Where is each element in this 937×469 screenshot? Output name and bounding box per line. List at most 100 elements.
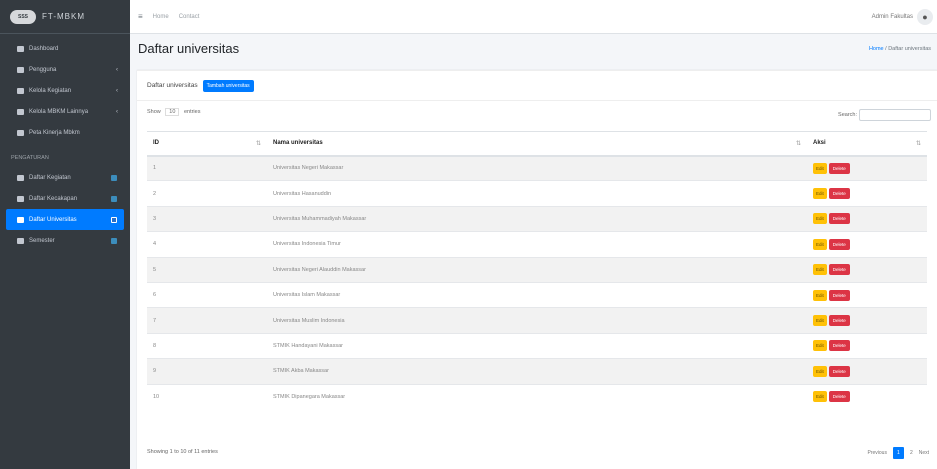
breadcrumb-current: Daftar universitas [888,46,931,52]
edit-button[interactable]: Edit [813,391,827,403]
pagination-previous[interactable]: Previous [867,450,886,456]
delete-button[interactable]: Delete [828,340,850,352]
universities-card: Daftar universitas Tambah universitas Sh… [137,70,937,469]
sort-icon: ⇅ [795,141,801,148]
edit-button[interactable]: Edit [813,340,827,352]
table-row: 3 Universitas Muhammadiyah Makassar Edit De… [147,205,927,232]
cell-id: 6 [147,281,267,308]
cell-name: Universitas Negeri Alauddin Makassar [267,256,807,283]
cell-actions: Edit Delete [807,358,927,385]
sidebar: SSS FT-MBKM Dashboard Pengguna ‹ Kelola … [0,0,130,469]
delete-button[interactable]: Delete [828,315,850,327]
cell-id: 4 [147,231,267,258]
cell-actions: Edit Delete [807,154,927,181]
cell-name: Universitas Indonesia Timur [267,231,807,258]
edit-button[interactable]: Edit [813,162,827,174]
badge-icon [111,195,117,202]
edit-button[interactable]: Edit [813,188,827,200]
sidebar-section-header: Pengaturan [11,155,49,161]
book-icon [17,87,24,94]
menu-icon[interactable]: ≡ [138,12,143,21]
sidebar-item-kelola-mbkm-lainnya[interactable]: Kelola MBKM Lainnya ‹ [6,101,124,122]
chevron-left-icon: ‹ [116,108,118,115]
edit-button[interactable]: Edit [813,289,827,301]
pagination: Previous 1 2 Next [861,447,929,459]
cell-name: Universitas Islam Makassar [267,281,807,308]
table-row: 10 STMIK Dipanegara Makassar Edit Delete [147,383,927,410]
delete-button[interactable]: Delete [828,289,850,301]
card-title: Daftar universitas [147,82,198,89]
delete-button[interactable]: Delete [828,365,850,377]
sidebar-item-kelola-kegiatan[interactable]: Kelola Kegiatan ‹ [6,80,124,101]
delete-button[interactable]: Delete [828,188,850,200]
table-row: 5 Universitas Negeri Alauddin Makassar Edi… [147,256,927,283]
table-row: 1 Universitas Negeri Makassar Edit Delete [147,154,927,181]
show-entries-suffix: entries [183,109,201,115]
edit-button[interactable]: Edit [813,213,827,225]
sidebar-item-dashboard[interactable]: Dashboard [6,38,124,59]
search-label: Search: [838,112,857,118]
sidebar-item-daftar-kecakapan[interactable]: Daftar Kecakapan [6,188,124,209]
sidebar-item-pengguna[interactable]: Pengguna ‹ [6,59,124,80]
sidebar-item-label: Daftar Kegiatan [29,174,71,181]
user-avatar-icon[interactable]: ● [917,9,933,25]
pagination-page-2[interactable]: 2 [910,450,913,456]
search-input[interactable] [859,109,931,121]
breadcrumb-home[interactable]: Home [869,46,884,52]
sidebar-item-label: Dashboard [29,45,59,52]
sidebar-item-label: Peta Kinerja Mbkm [29,129,80,136]
delete-button[interactable]: Delete [828,264,850,276]
edit-button[interactable]: Edit [813,264,827,276]
cell-id: 9 [147,358,267,385]
brand-logo: SSS [10,9,36,24]
delete-button[interactable]: Delete [828,391,850,403]
dashboard-icon [17,45,24,52]
breadcrumb: Home / Daftar universitas [869,46,931,52]
table-controls: Show 10 entries Search: [147,108,937,123]
edit-button[interactable]: Edit [813,365,827,377]
table-row: 4 Universitas Indonesia Timur Edit Delete [147,231,927,258]
edit-button[interactable]: Edit [813,238,827,250]
universities-table: ID ⇅ Nama universitas ⇅ Aksi ⇅ 1 Universitas… [147,131,927,410]
sidebar-item-label: Kelola Kegiatan [29,87,72,94]
column-header-name[interactable]: Nama universitas ⇅ [267,131,807,157]
delete-button[interactable]: Delete [828,213,850,225]
show-entries-prefix: Show [147,109,161,115]
top-navbar: ≡ Home Contact Admin Fakultas ● [130,0,937,34]
table-header-row: ID ⇅ Nama universitas ⇅ Aksi ⇅ [147,131,927,157]
sidebar-item-daftar-kegiatan[interactable]: Daftar Kegiatan [6,167,124,188]
cell-actions: Edit Delete [807,383,927,410]
cell-name: Universitas Muslim Indonesia [267,307,807,334]
chevron-left-icon: ‹ [116,66,118,73]
nav-link-contact[interactable]: Contact [179,14,200,20]
pagination-next[interactable]: Next [919,450,929,456]
add-university-button[interactable]: Tambah universitas [202,79,254,92]
entries-select[interactable]: 10 [165,108,180,116]
cell-actions: Edit Delete [807,180,927,207]
column-header-aksi[interactable]: Aksi ⇅ [807,131,927,157]
cell-name: Universitas Muhammadiyah Makassar [267,205,807,232]
brand[interactable]: SSS FT-MBKM [0,0,130,34]
column-header-id[interactable]: ID ⇅ [147,131,267,157]
sidebar-item-label: Daftar Kecakapan [29,195,78,202]
nav-link-home[interactable]: Home [153,14,169,20]
cell-id: 8 [147,332,267,359]
sidebar-item-daftar-universitas[interactable]: Daftar Universitas [6,209,124,230]
cell-name: STMIK Akba Makassar [267,358,807,385]
delete-button[interactable]: Delete [828,162,850,174]
table-row: 6 Universitas Islam Makassar Edit Delete [147,281,927,308]
sidebar-item-peta-kinerja[interactable]: Peta Kinerja Mbkm [6,122,124,143]
delete-button[interactable]: Delete [828,238,850,250]
edit-button[interactable]: Edit [813,315,827,327]
user-name[interactable]: Admin Fakultas [872,14,913,20]
cell-name: STMIK Dipanegara Makassar [267,383,807,410]
cell-id: 1 [147,154,267,181]
cell-actions: Edit Delete [807,281,927,308]
cell-name: STMIK Handayani Makassar [267,332,807,359]
pagination-page-1[interactable]: 1 [892,447,904,459]
table-info: Showing 1 to 10 of 11 entries [147,449,218,455]
cell-actions: Edit Delete [807,231,927,258]
cell-actions: Edit Delete [807,256,927,283]
sidebar-item-semester[interactable]: Semester [6,230,124,251]
cell-id: 2 [147,180,267,207]
